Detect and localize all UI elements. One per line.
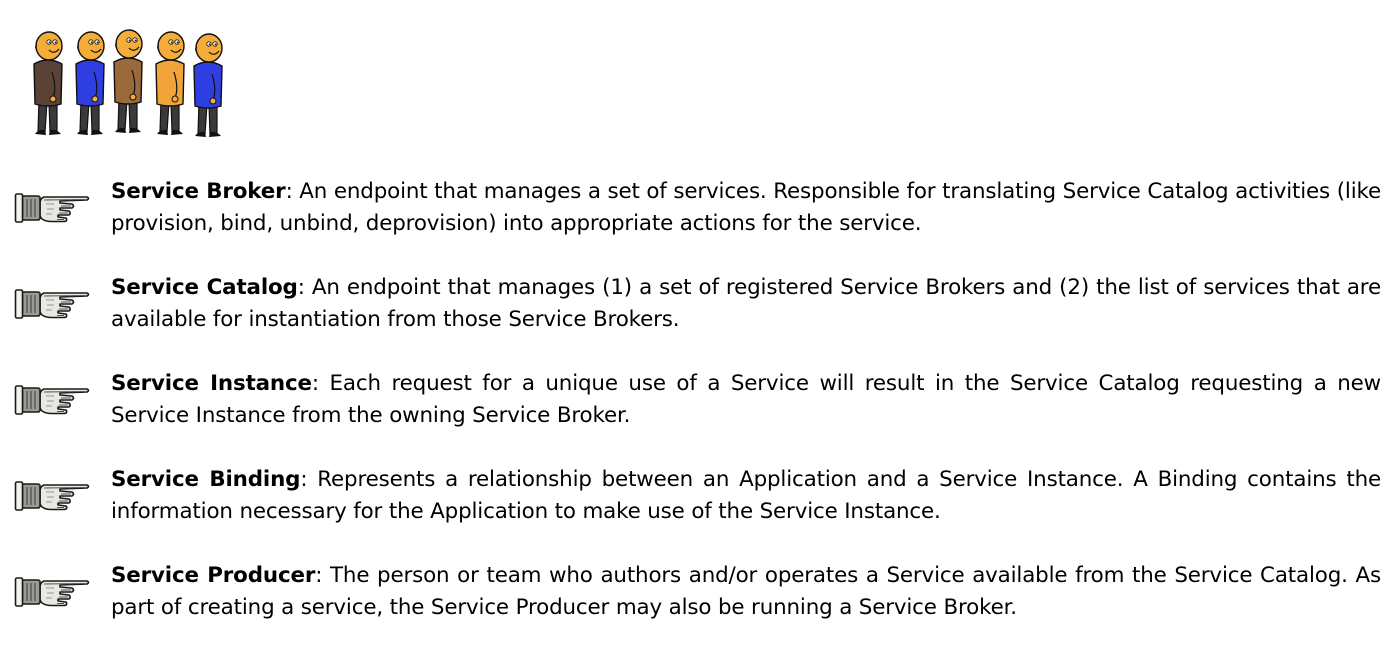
person-figure xyxy=(75,31,105,135)
pointing-hand-icon xyxy=(14,289,90,319)
definition-item: Service Producer: The person or team who… xyxy=(0,560,1400,656)
person-figure xyxy=(113,29,143,133)
pointing-hand-icon xyxy=(14,193,90,223)
definition-item: Service Binding: Represents a relationsh… xyxy=(0,464,1400,560)
definition-item: Service Instance: Each request for a uni… xyxy=(0,368,1400,464)
pointing-hand-icon xyxy=(14,385,90,415)
definition-description: An endpoint that manages a set of servic… xyxy=(111,179,1381,236)
definition-text: Service Instance: Each request for a uni… xyxy=(111,368,1381,432)
person-figure xyxy=(155,31,185,135)
definition-text: Service Producer: The person or team who… xyxy=(111,560,1381,624)
definition-separator: : xyxy=(300,467,318,492)
definition-separator: : xyxy=(311,371,330,396)
person-figure xyxy=(193,33,223,137)
pointing-hand-icon xyxy=(14,577,90,607)
definition-separator: : xyxy=(285,179,300,204)
definition-term: Service Binding xyxy=(111,467,301,492)
definition-separator: : xyxy=(297,275,312,300)
definition-text: Service Binding: Represents a relationsh… xyxy=(111,464,1381,528)
person-figure xyxy=(33,31,63,135)
pointing-hand-icon xyxy=(14,481,90,511)
people-illustration xyxy=(28,28,248,143)
definition-text: Service Broker: An endpoint that manages… xyxy=(111,176,1381,240)
definition-item: Service Broker: An endpoint that manages… xyxy=(0,176,1400,272)
group-of-people-icon xyxy=(33,29,223,137)
definition-term: Service Instance xyxy=(111,371,312,396)
definition-text: Service Catalog: An endpoint that manage… xyxy=(111,272,1381,336)
definition-list: Service Broker: An endpoint that manages… xyxy=(0,176,1400,656)
definition-separator: : xyxy=(315,563,330,588)
definition-term: Service Broker xyxy=(111,179,286,204)
definition-item: Service Catalog: An endpoint that manage… xyxy=(0,272,1400,368)
definition-term: Service Producer xyxy=(111,563,316,588)
definition-term: Service Catalog xyxy=(111,275,298,300)
